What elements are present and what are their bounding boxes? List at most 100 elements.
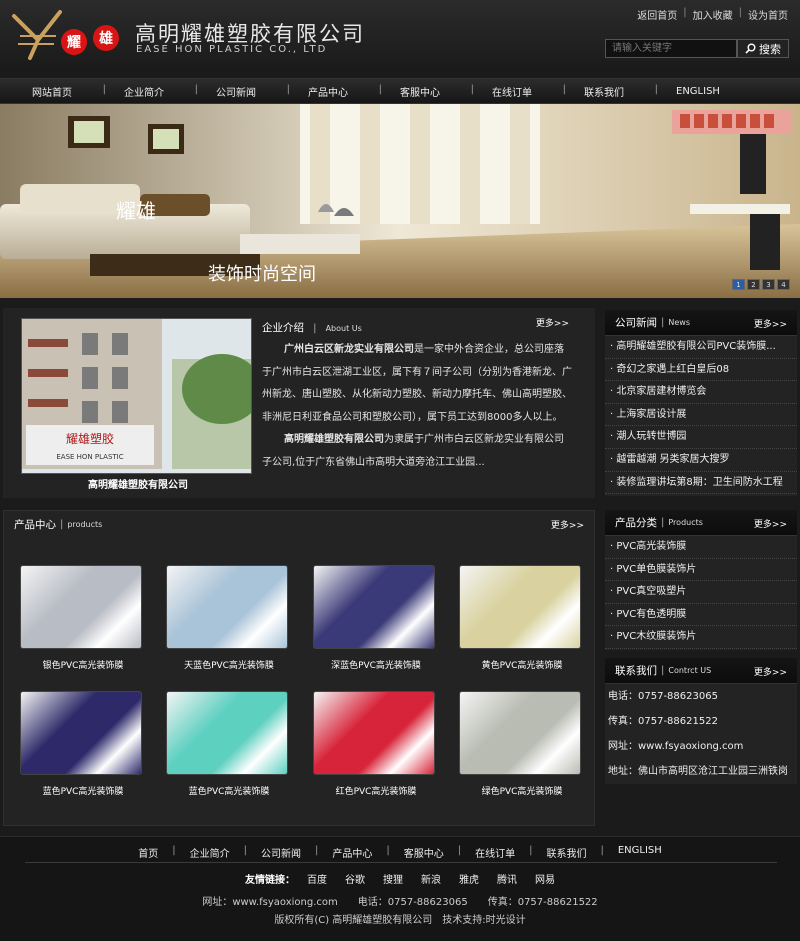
category-label: PVC有色透明膜 [616,608,687,620]
logo[interactable]: 耀 雄 [8,6,128,62]
products-more-link[interactable]: 更多>> [551,518,584,531]
category-label: PVC高光装饰膜 [616,541,687,552]
banner-pagination: 1 2 3 4 [732,279,790,290]
category-item[interactable]: · PVC木纹膜装饰片 [605,626,797,649]
banner[interactable]: 耀雄 装饰时尚空间 1 2 3 4 [0,104,800,298]
contact-address: 地址：佛山市高明区沧江工业园三洲铁岗 [608,766,788,777]
news-item[interactable]: · 北京家居建材博览会 [605,381,797,404]
footer-link[interactable]: 在线订单 [475,845,515,860]
nav-label: 在线订单 [492,87,532,99]
news-more-link[interactable]: 更多>> [754,317,787,330]
intro-text: 广州白云区新龙实业有限公司是一家中外合资企业，总公司座落于广州市白云区泄湖工业区… [262,339,572,474]
friend-links: 友情链接： 百度 谷歌 搜狸 新浪 雅虎 腾讯 网易 [0,871,800,886]
set-homepage-link[interactable]: 设为首页 [748,7,788,22]
product-label: 黄色PVC高光装饰膜 [481,661,563,671]
footer-link[interactable]: 企业简介 [190,845,230,860]
news-item-label: 北京家居建材博览会 [616,386,707,398]
contact-header: 联系我们 | Contrct US 更多>> [605,658,797,684]
intro-more-link[interactable]: 更多>> [536,316,569,329]
separator: | [313,323,317,334]
news-item-label: 潮人玩转世博园 [616,431,687,443]
news-heading-en: News [668,318,690,327]
friend-link[interactable]: 谷歌 [345,871,365,886]
separator: | [386,845,390,856]
friend-link[interactable]: 雅虎 [459,871,479,886]
products-header: 产品中心 | products 更多>> [4,511,594,537]
news-item-label: 奇幻之家遇上红白皇后08 [616,363,730,375]
footer-link[interactable]: 产品中心 [332,845,372,860]
nav-order[interactable]: 在线订单 | [492,84,584,99]
separator: | [661,317,665,328]
product-card[interactable]: 绿色PVC高光装饰膜 [459,691,585,797]
footer-link[interactable]: 公司新闻 [261,845,301,860]
product-card[interactable]: 银色PVC高光装饰膜 [20,565,146,671]
favorite-link[interactable]: 加入收藏 [693,7,733,22]
page: 耀 雄 高明耀雄塑胶有限公司 EASE HON PLASTIC CO., LTD… [0,0,800,941]
nav-home[interactable]: 网站首页 | [32,84,124,99]
footer-link[interactable]: 联系我们 [546,845,586,860]
product-card[interactable]: 黄色PVC高光装饰膜 [459,565,585,671]
news-item[interactable]: · 上海家居设计展 [605,404,797,427]
news-heading: 公司新闻 [615,317,657,329]
categories-panel: 产品分类 | Products 更多>> · PVC高光装饰膜 · PVC单色膜… [605,510,797,650]
intro-paragraph: 高明耀雄塑胶有限公司为隶属于广州市白云区新龙实业有限公司子公司,位于广东省佛山市… [262,429,572,474]
search-input[interactable] [605,39,737,58]
banner-dot[interactable]: 4 [777,279,790,290]
category-item[interactable]: · PVC真空吸塑片 [605,581,797,604]
separator: | [457,845,462,856]
news-item[interactable]: · 越雷越潮 另类家居大搜罗 [605,449,797,472]
product-image [166,565,288,649]
friend-links-label: 友情链接： [245,875,295,886]
footer-link[interactable]: 首页 [138,845,158,860]
intro-heading: 企业介绍 [262,322,304,334]
product-card[interactable]: 红色PVC高光装饰膜 [313,691,439,797]
search-button[interactable]: 搜索 [737,39,789,58]
friend-link[interactable]: 新浪 [421,871,441,886]
company-building-photo[interactable]: 耀雄塑胶 EASE HON PLASTIC [21,318,262,474]
banner-subtitle: 装饰时尚空间 [208,264,316,285]
nav-label: 客服中心 [400,87,440,99]
product-card[interactable]: 蓝色PVC高光装饰膜 [20,691,146,797]
friend-link[interactable]: 网易 [535,871,555,886]
category-item[interactable]: · PVC单色膜装饰片 [605,559,797,582]
separator: | [172,845,176,856]
friend-link[interactable]: 百度 [307,871,327,886]
nav-products[interactable]: 产品中心 | [308,84,400,99]
product-label: 深蓝色PVC高光装饰膜 [331,661,421,671]
friend-link[interactable]: 搜狸 [383,871,403,886]
separator: | [314,845,319,856]
product-card[interactable]: 天蓝色PVC高光装饰膜 [166,565,292,671]
building-sign: 耀雄塑胶 [66,431,114,446]
nav-news[interactable]: 公司新闻 | [216,84,308,99]
nav-about[interactable]: 企业简介 | [124,84,216,99]
product-label: 蓝色PVC高光装饰膜 [188,787,270,797]
product-card[interactable]: 深蓝色PVC高光装饰膜 [313,565,439,671]
product-card[interactable]: 蓝色PVC高光装饰膜 [166,691,292,797]
contact-website[interactable]: 网址：www.fsyaoxiong.com [605,734,797,759]
logo-y-icon: 耀 雄 [12,10,119,60]
nav-english[interactable]: ENGLISH [676,86,768,97]
separator: | [60,518,64,530]
category-item[interactable]: · PVC有色透明膜 [605,604,797,627]
news-item[interactable]: · 装修监理讲坛第8期：卫生间防水工程 [605,472,797,495]
products-heading-en: products [67,519,103,529]
intro-header: 企业介绍 | About Us 更多>> [262,316,587,334]
banner-dot[interactable]: 2 [747,279,760,290]
contact-more-link[interactable]: 更多>> [754,665,787,678]
friend-link[interactable]: 腾讯 [497,871,517,886]
nav-service[interactable]: 客服中心 | [400,84,492,99]
top-links: 返回首页 | 加入收藏 | 设为首页 [637,7,788,22]
footer-link[interactable]: 客服中心 [404,845,444,860]
news-item[interactable]: · 高明耀雄塑胶有限公司PVC装饰膜... [605,336,797,359]
banner-dot[interactable]: 3 [762,279,775,290]
banner-dot[interactable]: 1 [732,279,745,290]
home-link[interactable]: 返回首页 [637,7,677,22]
category-item[interactable]: · PVC高光装饰膜 [605,536,797,559]
categories-more-link[interactable]: 更多>> [754,517,787,530]
news-item[interactable]: · 潮人玩转世博园 [605,426,797,449]
intro-heading-en: About Us [325,324,362,333]
separator: | [243,845,247,856]
nav-contact[interactable]: 联系我们 | [584,84,676,99]
footer-link[interactable]: ENGLISH [618,845,662,860]
news-item[interactable]: · 奇幻之家遇上红白皇后08 [605,359,797,382]
